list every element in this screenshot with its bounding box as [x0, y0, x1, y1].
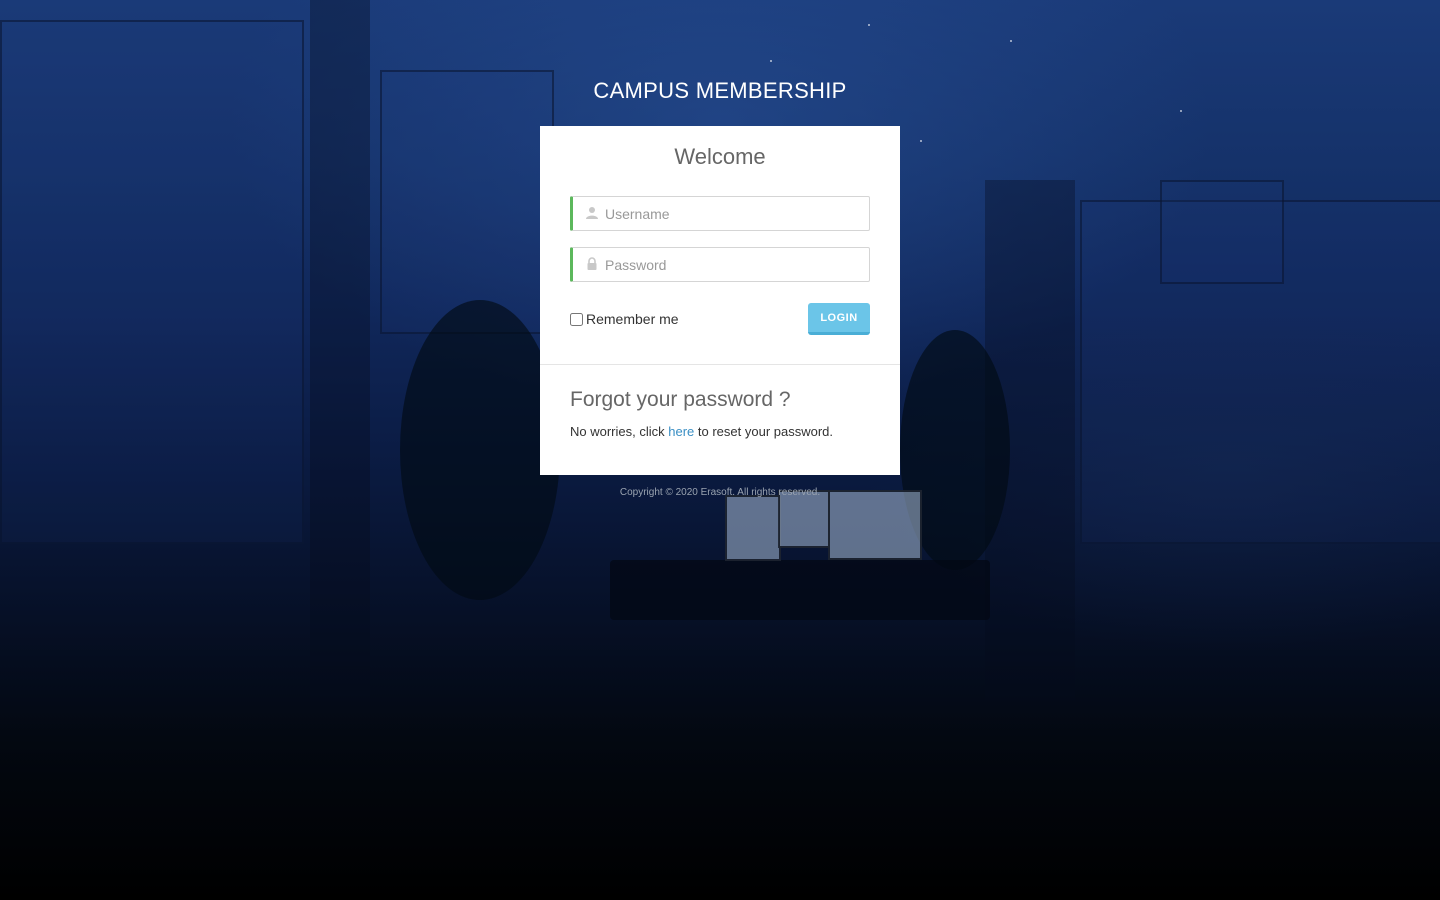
lock-icon [587, 257, 597, 270]
password-input[interactable] [605, 248, 865, 281]
remember-me-checkbox[interactable] [570, 312, 583, 326]
app-title: CAMPUS MEMBERSHIP [593, 78, 847, 103]
forgot-password-text: No worries, click here to reset your pas… [570, 424, 833, 439]
background-star [770, 60, 772, 62]
background-monitor [778, 490, 830, 548]
username-input[interactable] [605, 197, 865, 230]
forgot-password-title: Forgot your password ? [570, 388, 791, 411]
divider [540, 364, 900, 365]
copyright-text: Copyright © 2020 Erasoft. All rights res… [619, 487, 821, 498]
user-icon [586, 207, 598, 219]
background-star [1180, 110, 1182, 112]
background-desk [610, 560, 990, 620]
background-monitor [725, 495, 781, 561]
background-star [868, 24, 870, 26]
reset-password-link[interactable]: here [668, 424, 694, 439]
background-star [920, 140, 922, 142]
forgot-text-before: No worries, click [570, 424, 669, 439]
background-star [1010, 40, 1012, 42]
welcome-heading: Welcome [674, 144, 766, 169]
remember-me-label: Remember me [586, 311, 679, 327]
background-window [1160, 180, 1284, 284]
background-monitor [828, 490, 922, 560]
background-plant [400, 300, 560, 600]
forgot-text-after: to reset your password. [694, 424, 834, 439]
login-button[interactable]: LOGIN [808, 303, 870, 335]
remember-me[interactable]: Remember me [570, 311, 679, 327]
password-field[interactable] [570, 247, 870, 282]
background-column [310, 0, 370, 700]
login-card: Welcome Remember me LOGIN Forgot your pa… [540, 126, 900, 475]
background-window [380, 70, 554, 334]
username-field[interactable] [570, 196, 870, 231]
